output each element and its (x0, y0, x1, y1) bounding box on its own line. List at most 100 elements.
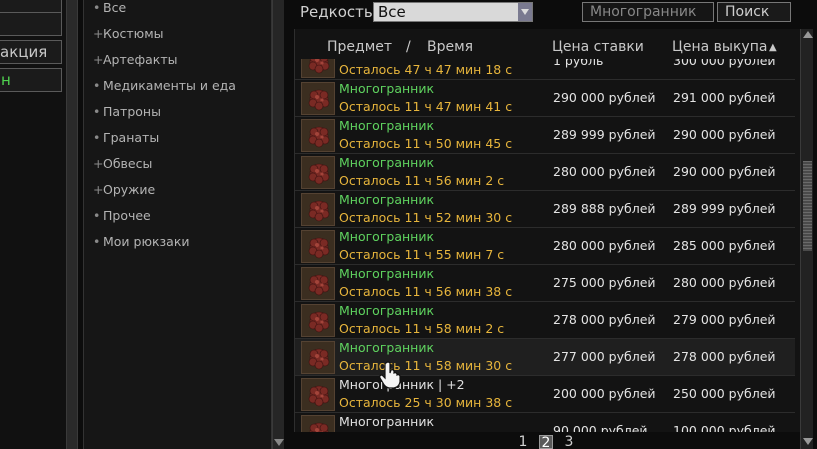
table-row[interactable]: Многогранник Осталось 11 ч 47 мин 41 с 290… (295, 80, 795, 117)
category-item[interactable]: • Мои рюкзаки (93, 234, 190, 249)
table-row[interactable]: Многогранник Осталось 11 ч 55 мин 7 с 280 … (295, 228, 795, 265)
bid-price: 278 000 рублей (553, 312, 656, 327)
category-item[interactable]: • Прочее (93, 208, 151, 223)
bid-price: 1 рубль (553, 59, 604, 68)
column-bid[interactable]: Цена ставки (552, 39, 644, 55)
buyout-price: 289 999 рублей (673, 201, 776, 216)
item-name: Многогранник (339, 192, 435, 207)
artifact-icon (301, 378, 335, 411)
artifact-icon (301, 82, 335, 115)
category-scrollbar[interactable] (272, 0, 284, 449)
table-rows: Осталось 47 ч 47 мин 18 с 1 рубль 300 000 … (295, 59, 801, 432)
bid-price: 289 999 рублей (553, 127, 656, 142)
time-remaining: Осталось 11 ч 55 мин 7 с (339, 247, 505, 262)
faction-button-3[interactable]: акция (0, 40, 62, 64)
column-item[interactable]: Предмет (327, 39, 392, 55)
column-buyout[interactable]: Цена выкупа (672, 39, 767, 55)
time-remaining: Осталось 11 ч 56 мин 2 с (339, 173, 505, 188)
category-label: Прочее (103, 208, 151, 223)
faction-panel: акция н (0, 0, 66, 449)
category-item[interactable]: +Оружие (93, 182, 155, 197)
faction-button-4[interactable]: н (0, 68, 62, 92)
artifact-icon (301, 59, 335, 78)
category-item[interactable]: • Гранаты (93, 130, 159, 145)
time-remaining: Осталось 11 ч 47 мин 41 с (339, 99, 513, 114)
buyout-price: 291 000 рублей (673, 90, 776, 105)
table-row[interactable]: Осталось 47 ч 47 мин 18 с 1 рубль 300 000 … (295, 59, 795, 80)
page-2[interactable]: 2 (539, 435, 553, 449)
page-1[interactable]: 1 (516, 435, 530, 449)
column-separator: / (406, 39, 411, 55)
table-row[interactable]: Многогранник Осталось 11 ч 58 мин 30 с 277… (295, 339, 795, 376)
expand-icon: + (93, 156, 104, 171)
buyout-price: 290 000 рублей (673, 164, 776, 179)
scroll-down-icon[interactable] (274, 439, 284, 446)
artifact-icon (301, 415, 335, 432)
search-input[interactable]: Многогранник (582, 2, 714, 22)
buyout-price: 300 000 рублей (673, 59, 776, 68)
bid-price: 289 888 рублей (553, 201, 656, 216)
bid-price: 277 000 рублей (553, 349, 656, 364)
table-row[interactable]: Многогранник Осталось 11 ч 56 мин 2 с 280 … (295, 154, 795, 191)
bid-price: 290 000 рублей (553, 90, 656, 105)
buyout-price: 278 000 рублей (673, 349, 776, 364)
artifact-icon (301, 156, 335, 189)
time-remaining: Осталось 25 ч 30 мин 38 с (339, 395, 513, 410)
page-3[interactable]: 3 (562, 435, 576, 449)
category-label: Медикаменты и еда (103, 78, 236, 93)
category-list: • Все +Костюмы +Артефакты • Медикаменты и еда… (83, 0, 272, 449)
time-remaining: Осталось 47 ч 47 мин 18 с (339, 62, 513, 77)
bullet-icon: • (93, 104, 101, 119)
time-remaining: Осталось 11 ч 58 мин 30 с (339, 358, 513, 373)
chevron-down-icon[interactable] (518, 3, 532, 21)
search-button[interactable]: Поиск (717, 2, 791, 22)
scroll-thumb[interactable] (803, 161, 812, 251)
table-row[interactable]: Многогранник Осталось 11 ч 58 мин 2 с 278 … (295, 302, 795, 339)
auction-table: Предмет / Время Цена ставки Цена выкупа … (294, 29, 800, 432)
bid-price: 280 000 рублей (553, 164, 656, 179)
item-name: Многогранник (339, 229, 435, 244)
artifact-icon (301, 267, 335, 300)
pager: 123 (294, 433, 800, 449)
sort-arrow-icon[interactable]: ▲ (769, 42, 777, 53)
item-name: Многогранник (339, 118, 435, 133)
item-name: Многогранник (339, 81, 435, 96)
category-label: Мои рюкзаки (103, 234, 190, 249)
faction-button-2[interactable] (0, 12, 62, 36)
scroll-up-icon[interactable] (803, 31, 813, 38)
bid-price: 200 000 рублей (553, 386, 656, 401)
filter-bar: Редкость Все Многогранник Поиск (292, 0, 817, 28)
category-item[interactable]: • Медикаменты и еда (93, 78, 236, 93)
left-scrollbar[interactable] (66, 0, 78, 449)
category-label: Оружие (103, 182, 156, 197)
category-item[interactable]: • Все (93, 0, 126, 15)
table-row[interactable]: Многогранник | +2 Осталось 25 ч 30 мин 38… (295, 376, 795, 413)
expand-icon: + (93, 26, 104, 41)
buyout-price: 290 000 рублей (673, 127, 776, 142)
table-row[interactable]: Многогранник Осталось 11 ч 50 мин 45 с 289… (295, 117, 795, 154)
category-item[interactable]: +Костюмы (93, 26, 164, 41)
table-scrollbar[interactable] (800, 29, 813, 449)
category-item[interactable]: • Патроны (93, 104, 161, 119)
category-label: Гранаты (103, 130, 160, 145)
category-item[interactable]: +Обвесы (93, 156, 152, 171)
expand-icon: + (93, 182, 104, 197)
bullet-icon: • (93, 78, 101, 93)
bullet-icon: • (93, 234, 101, 249)
buyout-price: 285 000 рублей (673, 238, 776, 253)
bid-price: 275 000 рублей (553, 275, 656, 290)
category-label: Обвесы (103, 156, 153, 171)
artifact-icon (301, 341, 335, 374)
table-row[interactable]: Многогранник Осталось 11 ч 52 мин 30 с 289… (295, 191, 795, 228)
table-row[interactable]: Многогранник 90 000 рублей 100 000 рублей (295, 413, 795, 432)
item-name: Многогранник (339, 340, 435, 355)
category-item[interactable]: +Артефакты (93, 52, 178, 67)
category-label: Костюмы (103, 26, 164, 41)
item-name: Многогранник (339, 155, 435, 170)
table-row[interactable]: Многогранник Осталось 11 ч 56 мин 38 с 275… (295, 265, 795, 302)
rarity-select[interactable]: Все (373, 2, 533, 22)
bid-price: 90 000 рублей (553, 423, 648, 432)
column-time[interactable]: Время (427, 39, 473, 55)
scroll-down-icon[interactable] (803, 438, 813, 445)
bullet-icon: • (93, 130, 101, 145)
